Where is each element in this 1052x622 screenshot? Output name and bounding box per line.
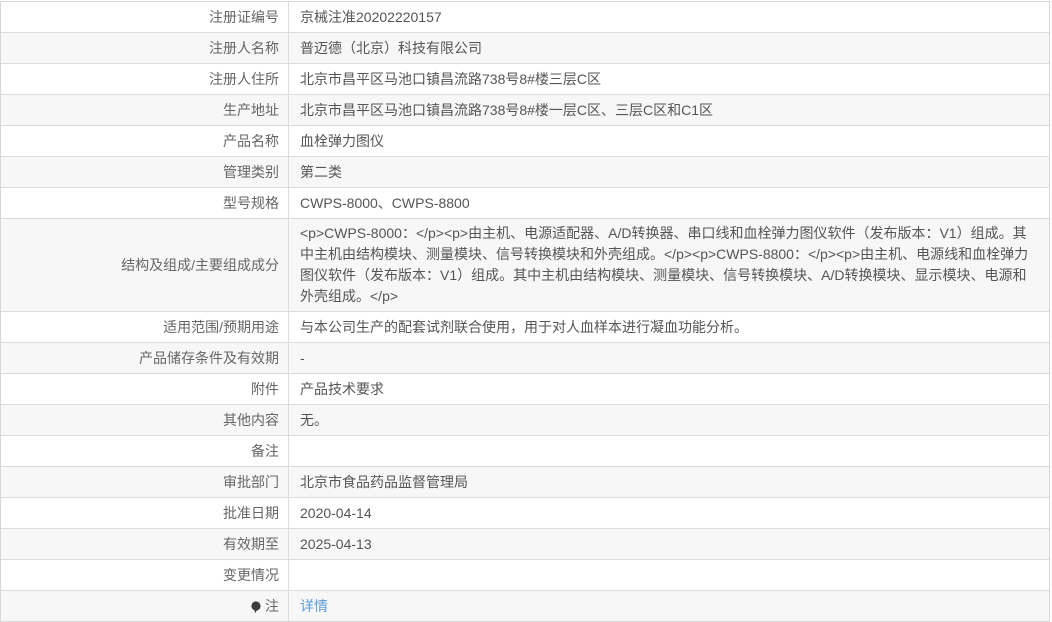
table-row: 其他内容 无。 [1,404,1049,435]
table-row: 结构及组成/主要组成成分 <p>CWPS-8000：</p><p>由主机、电源适… [1,218,1049,311]
row-value-cell: 产品技术要求 [288,374,1049,404]
row-value-cell: 血栓弹力图仪 [288,126,1049,156]
row-label-cell: 注册证编号 [1,2,288,32]
table-row: 审批部门 北京市食品药品监督管理局 [1,466,1049,497]
row-label-text: 注册人名称 [209,39,279,56]
row-value-text: 2020-04-14 [300,504,372,521]
registration-info-table: 注册证编号 京械注准20202220157 注册人名称 普迈德（北京）科技有限公… [0,1,1050,622]
row-label-text: 审批部门 [223,473,279,490]
row-value-cell: - [288,343,1049,373]
table-row: 产品储存条件及有效期 - [1,342,1049,373]
row-value-text: 与本公司生产的配套试剂联合使用，用于对人血样本进行凝血功能分析。 [300,318,748,335]
row-label-text: 有效期至 [223,535,279,552]
row-label-cell: 注册人名称 [1,33,288,63]
row-label-cell: 结构及组成/主要组成成分 [1,219,288,311]
row-value-cell: 第二类 [288,157,1049,187]
row-value-text: 血栓弹力图仪 [300,132,384,149]
table-row: 注册证编号 京械注准20202220157 [1,2,1049,32]
row-value-cell: 北京市食品药品监督管理局 [288,467,1049,497]
row-value-cell: 京械注准20202220157 [288,2,1049,32]
row-label-cell: 型号规格 [1,188,288,218]
row-label-cell: 产品储存条件及有效期 [1,343,288,373]
row-value-text: 普迈德（北京）科技有限公司 [300,39,482,56]
note-icon [250,600,262,614]
row-label-text: 注册人住所 [209,70,279,87]
table-row: 附件 产品技术要求 [1,373,1049,404]
row-value-text: 2025-04-13 [300,535,372,552]
table-row: 生产地址 北京市昌平区马池口镇昌流路738号8#楼一层C区、三层C区和C1区 [1,94,1049,125]
table-row: 批准日期 2020-04-14 [1,497,1049,528]
table-row: 管理类别 第二类 [1,156,1049,187]
row-label-text: 管理类别 [223,163,279,180]
row-label-cell: 适用范围/预期用途 [1,312,288,342]
row-value-cell: 与本公司生产的配套试剂联合使用，用于对人血样本进行凝血功能分析。 [288,312,1049,342]
row-value-cell [288,560,1049,590]
row-label-cell: 管理类别 [1,157,288,187]
table-row: 有效期至 2025-04-13 [1,528,1049,559]
row-label-cell: 注册人住所 [1,64,288,94]
table-row: 适用范围/预期用途 与本公司生产的配套试剂联合使用，用于对人血样本进行凝血功能分… [1,311,1049,342]
row-value-text: - [300,349,305,366]
detail-link[interactable]: 详情 [300,596,328,617]
row-label-cell: 批准日期 [1,498,288,528]
row-value-cell: 2020-04-14 [288,498,1049,528]
row-value-cell: 2025-04-13 [288,529,1049,559]
row-value-text: 京械注准20202220157 [300,8,442,25]
row-label-text: 注 [265,597,279,614]
row-label-text: 变更情况 [223,566,279,583]
row-label-cell: 审批部门 [1,467,288,497]
row-label-text: 附件 [251,380,279,397]
table-row: 注册人住所 北京市昌平区马池口镇昌流路738号8#楼三层C区 [1,63,1049,94]
table-row: 变更情况 [1,559,1049,590]
row-value-text: 北京市食品药品监督管理局 [300,473,468,490]
row-value-text: <p>CWPS-8000：</p><p>由主机、电源适配器、A/D转换器、串口线… [300,225,1029,304]
row-value-text: 北京市昌平区马池口镇昌流路738号8#楼一层C区、三层C区和C1区 [300,101,714,118]
row-value-text: 第二类 [300,163,342,180]
row-label-cell: 有效期至 [1,529,288,559]
row-label-cell: 其他内容 [1,405,288,435]
row-label-text: 批准日期 [223,504,279,521]
table-row: 型号规格 CWPS-8000、CWPS-8800 [1,187,1049,218]
row-value-cell: 北京市昌平区马池口镇昌流路738号8#楼三层C区 [288,64,1049,94]
row-label-cell: 生产地址 [1,95,288,125]
row-label-cell: 附件 [1,374,288,404]
row-value-cell: 北京市昌平区马池口镇昌流路738号8#楼一层C区、三层C区和C1区 [288,95,1049,125]
row-value-text: 无。 [300,411,328,428]
row-label-text: 注册证编号 [209,8,279,25]
row-label-cell: 注 [1,591,288,621]
row-label-text: 生产地址 [223,101,279,118]
row-label-text: 其他内容 [223,411,279,428]
row-label-cell: 产品名称 [1,126,288,156]
row-value-cell: 普迈德（北京）科技有限公司 [288,33,1049,63]
row-label-text: 结构及组成/主要组成成分 [121,256,279,273]
table-row: 备注 [1,435,1049,466]
row-value-cell: 无。 [288,405,1049,435]
row-label-cell: 备注 [1,436,288,466]
row-value-cell: <p>CWPS-8000：</p><p>由主机、电源适配器、A/D转换器、串口线… [288,219,1049,311]
row-label-text: 产品储存条件及有效期 [139,349,279,366]
row-label-text: 型号规格 [223,194,279,211]
row-value-cell [288,436,1049,466]
row-value-text: 北京市昌平区马池口镇昌流路738号8#楼三层C区 [300,70,602,87]
table-row: 产品名称 血栓弹力图仪 [1,125,1049,156]
row-label-text: 产品名称 [223,132,279,149]
row-label-text: 备注 [251,442,279,459]
row-value-text: CWPS-8000、CWPS-8800 [300,194,470,211]
row-value-text: 产品技术要求 [300,380,384,397]
row-value-cell: CWPS-8000、CWPS-8800 [288,188,1049,218]
row-label-text: 适用范围/预期用途 [163,318,279,335]
table-row: 注 详情 [1,590,1049,621]
row-label-cell: 变更情况 [1,560,288,590]
table-row: 注册人名称 普迈德（北京）科技有限公司 [1,32,1049,63]
row-value-cell: 详情 [288,591,1049,621]
